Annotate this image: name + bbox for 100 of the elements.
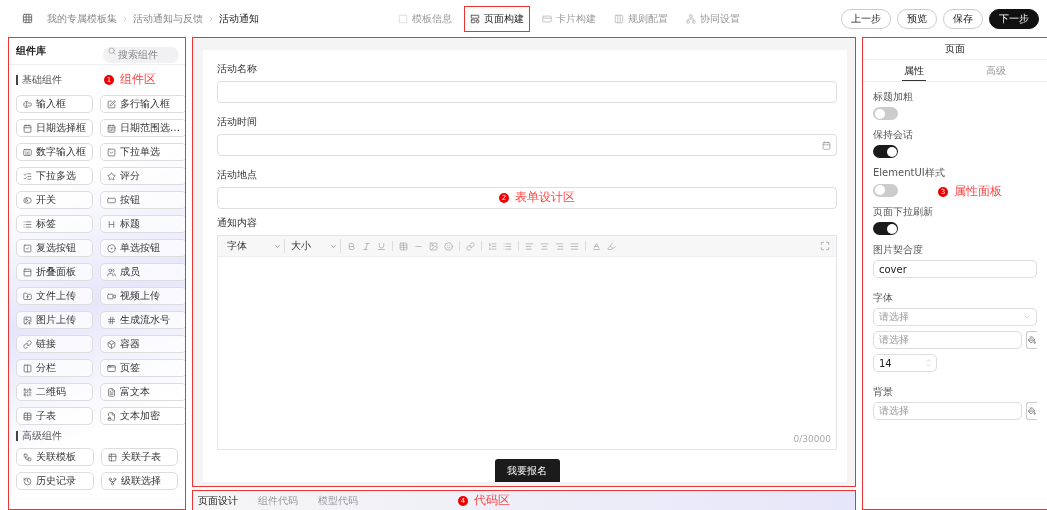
panel-title: 组件库: [16, 44, 46, 58]
toggle-switch[interactable]: [873, 183, 898, 197]
component-item[interactable]: 文件上传: [16, 287, 93, 305]
component-item[interactable]: 关联子表: [100, 448, 178, 466]
highlight-icon[interactable]: [607, 241, 616, 251]
keyboard-icon: [23, 147, 32, 157]
box-icon: [107, 339, 116, 349]
property-label: 标题加粗: [873, 90, 914, 104]
toggle-switch[interactable]: [873, 107, 898, 120]
component-item[interactable]: 成员: [100, 263, 185, 281]
toolbar-button[interactable]: 下一步: [989, 8, 1039, 29]
toggle-switch[interactable]: [873, 145, 898, 158]
align-left-icon[interactable]: [525, 241, 534, 251]
property-tab[interactable]: 属性: [902, 60, 926, 81]
toolbar-button[interactable]: 上一步: [841, 8, 891, 29]
align-justify-icon[interactable]: [570, 241, 579, 251]
breadcrumb-item[interactable]: 我的专属模板集: [47, 11, 117, 26]
code-tab[interactable]: 页面设计: [198, 493, 238, 508]
component-item[interactable]: 文本加密: [100, 407, 185, 425]
paint-bucket-button[interactable]: [1025, 402, 1037, 420]
step-tab[interactable]: 页面构建: [464, 5, 530, 32]
component-item[interactable]: 单选按钮: [100, 239, 185, 257]
field-label: 活动地点: [217, 168, 258, 182]
number-field[interactable]: 14: [873, 354, 937, 372]
bold-icon[interactable]: [347, 241, 356, 251]
component-item[interactable]: 富文本: [100, 383, 185, 401]
component-item[interactable]: 标签: [16, 215, 93, 233]
component-item[interactable]: 下拉多选: [16, 167, 93, 185]
calendar-icon: [822, 140, 831, 150]
component-item[interactable]: 日期选择框: [16, 119, 93, 137]
bullet-list-icon[interactable]: [503, 241, 512, 251]
property-label: ElementUI样式: [873, 166, 946, 180]
card-icon: [542, 13, 552, 24]
component-item[interactable]: 数字输入框: [16, 143, 93, 161]
size-select[interactable]: 大小: [291, 239, 341, 253]
checkbox-icon: [23, 243, 32, 253]
caret-icon: [330, 242, 337, 250]
people-icon: [107, 267, 116, 277]
component-item[interactable]: 标题: [100, 215, 185, 233]
component-item[interactable]: 历史记录: [16, 472, 94, 490]
underline-icon[interactable]: [377, 241, 386, 251]
panel-title: 页面: [945, 41, 965, 56]
input-field[interactable]: [217, 187, 837, 209]
component-item[interactable]: 视频上传: [100, 287, 185, 305]
component-item[interactable]: 复选按钮: [16, 239, 93, 257]
component-item[interactable]: 输入框: [16, 95, 93, 113]
table-icon: [107, 452, 117, 462]
component-item[interactable]: 分栏: [16, 359, 93, 377]
toolbar-button[interactable]: 保存: [943, 8, 983, 29]
component-item[interactable]: 评分: [100, 167, 185, 185]
link-icon[interactable]: [466, 241, 475, 251]
font-select[interactable]: 字体: [227, 239, 285, 253]
component-item[interactable]: 容器: [100, 335, 185, 353]
component-item[interactable]: 链接: [16, 335, 93, 353]
hash-icon: [107, 315, 116, 325]
emoji-icon[interactable]: [444, 241, 453, 251]
submit-button[interactable]: 我要报名: [494, 459, 560, 482]
text-color-icon[interactable]: [592, 241, 601, 251]
component-item[interactable]: 页签: [100, 359, 185, 377]
align-right-icon[interactable]: [555, 241, 564, 251]
field-label: 活动时间: [217, 115, 258, 129]
component-item[interactable]: 子表: [16, 407, 93, 425]
stepper-icon[interactable]: [926, 358, 931, 368]
property-label: 字体: [873, 291, 894, 305]
search-field[interactable]: 搜索组件: [103, 46, 179, 63]
columns-icon: [614, 13, 624, 24]
group-title: 高级组件: [16, 431, 62, 441]
input-field[interactable]: cover: [873, 260, 1037, 278]
table-icon[interactable]: [399, 241, 408, 251]
component-item[interactable]: 开关: [16, 191, 93, 209]
component-item[interactable]: 按钮: [100, 191, 185, 209]
component-item[interactable]: 图片上传: [16, 311, 93, 329]
paint-bucket-button[interactable]: [1025, 331, 1037, 349]
fork-icon: [107, 476, 117, 486]
component-item[interactable]: 生成流水号: [100, 311, 185, 329]
toolbar-button[interactable]: 预览: [897, 8, 937, 29]
italic-icon[interactable]: [362, 241, 371, 251]
component-item[interactable]: 级联选择: [100, 472, 178, 490]
input-field[interactable]: [217, 81, 837, 103]
component-item[interactable]: 日期范围选…: [100, 119, 185, 137]
field-label: 活动名称: [217, 62, 258, 76]
text-cursor-icon: [23, 99, 32, 109]
image-icon[interactable]: [429, 241, 438, 251]
group-title: 基础组件: [16, 74, 62, 85]
align-center-icon[interactable]: [540, 241, 549, 251]
component-item[interactable]: 关联模板: [16, 448, 94, 466]
annotation-label: 组件区: [120, 71, 156, 88]
component-item[interactable]: 下拉单选: [100, 143, 185, 161]
fullscreen-icon[interactable]: [820, 241, 830, 251]
grid-icon[interactable]: [22, 13, 33, 24]
input-field[interactable]: [217, 134, 837, 156]
ordered-list-icon[interactable]: [488, 241, 497, 251]
toggle-switch[interactable]: [873, 222, 898, 235]
chevron-right-icon: [121, 14, 129, 23]
component-item[interactable]: 折叠面板: [16, 263, 93, 281]
component-item[interactable]: 多行输入框: [100, 95, 185, 113]
rich-text-editor[interactable]: 字体 大小 0/30000: [217, 235, 837, 450]
breadcrumb-item[interactable]: 活动通知与反馈: [133, 11, 203, 26]
nodes-icon: [23, 452, 32, 462]
component-item[interactable]: 二维码: [16, 383, 93, 401]
